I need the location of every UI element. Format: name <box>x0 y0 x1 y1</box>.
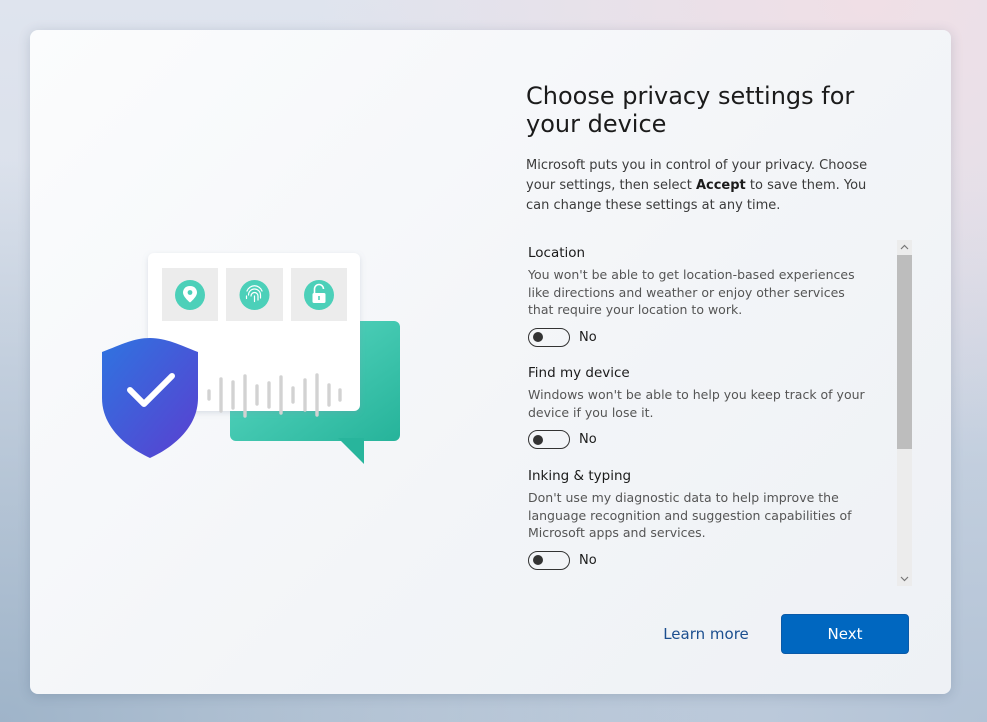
setting-find-my-device: Find my device Windows won't be able to … <box>528 364 878 449</box>
setup-window: Choose privacy settings for your device … <box>30 30 951 694</box>
setting-description: You won't be able to get location-based … <box>528 267 855 317</box>
setting-title: Inking & typing <box>528 468 632 484</box>
next-button[interactable]: Next <box>781 614 909 654</box>
setting-description: Windows won't be able to help you keep t… <box>528 387 865 420</box>
setting-title: Location <box>528 245 586 261</box>
setting-title: Find my device <box>528 365 630 381</box>
fingerprint-icon <box>226 268 283 321</box>
location-pin-icon <box>162 268 218 321</box>
toggle-row: No <box>528 550 878 570</box>
find-my-device-toggle[interactable] <box>528 430 570 449</box>
scroll-down-arrow-icon[interactable] <box>897 572 912 586</box>
toggle-knob <box>532 332 543 342</box>
shield-check-icon <box>102 338 198 458</box>
setting-location: Location You won't be able to get locati… <box>528 244 878 347</box>
intro-accept-emphasis: Accept <box>695 178 746 193</box>
privacy-illustration <box>102 253 400 464</box>
scroll-up-arrow-icon[interactable] <box>897 240 912 254</box>
settings-list[interactable]: Location You won't be able to get locati… <box>526 240 898 586</box>
toggle-state-label: No <box>579 552 597 568</box>
toggle-state-label: No <box>579 329 597 345</box>
setting-inking-typing: Inking & typing Don't use my diagnostic … <box>528 467 878 570</box>
toggle-knob <box>532 555 543 565</box>
setting-description: Don't use my diagnostic data to help imp… <box>528 490 852 540</box>
learn-more-button[interactable]: Learn more <box>650 614 762 654</box>
inking-typing-toggle[interactable] <box>528 550 570 570</box>
toggle-state-label: No <box>579 432 597 447</box>
scrollbar-thumb[interactable] <box>897 255 912 449</box>
settings-scrollbar[interactable] <box>897 240 912 586</box>
toggle-row: No <box>528 327 878 347</box>
intro-text: Microsoft puts you in control of your pr… <box>526 156 892 216</box>
toggle-knob <box>532 434 543 445</box>
toggle-row: No <box>528 430 878 449</box>
location-toggle[interactable] <box>528 327 570 347</box>
unlocked-padlock-icon <box>291 268 347 321</box>
page-title: Choose privacy settings for your device <box>526 82 855 138</box>
